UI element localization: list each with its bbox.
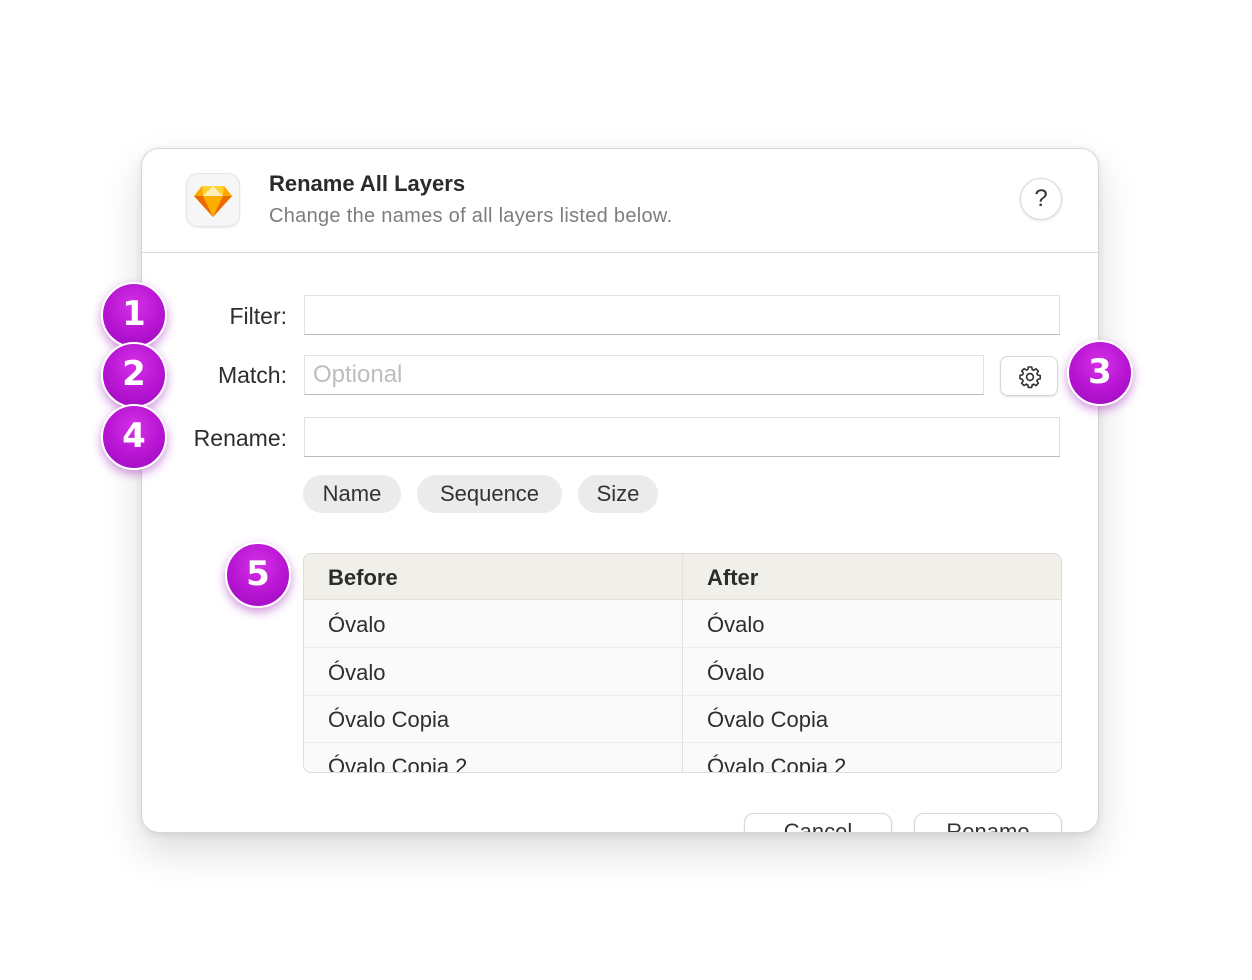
column-divider — [682, 554, 683, 772]
cell-after: Óvalo Copia 2 — [707, 754, 847, 773]
cell-after: Óvalo — [707, 612, 765, 637]
cell-after: Óvalo Copia — [707, 707, 829, 732]
gear-icon — [1019, 366, 1041, 389]
dialog-header: Rename All Layers Change the names of al… — [142, 149, 1098, 253]
preview-table[interactable]: Before After Óvalo Óvalo Óvalo Óvalo Óva… — [303, 553, 1062, 773]
callout-badge-5: 5 — [225, 542, 291, 608]
cancel-button[interactable]: Cancel — [744, 813, 892, 832]
filter-input[interactable] — [304, 295, 1060, 335]
dialog-title: Rename All Layers — [269, 171, 466, 196]
cell-before: Óvalo — [328, 612, 386, 637]
sketch-app-icon — [186, 173, 240, 227]
token-size-button[interactable]: Size — [578, 475, 658, 513]
rename-input[interactable] — [304, 417, 1060, 457]
callout-badge-1: 1 — [101, 282, 167, 348]
cell-before: Óvalo Copia 2 — [328, 754, 468, 773]
callout-badge-2: 2 — [101, 342, 167, 408]
callout-badge-3: 3 — [1067, 340, 1133, 406]
dialog-subtitle: Change the names of all layers listed be… — [269, 205, 673, 227]
match-input[interactable] — [304, 355, 984, 395]
cell-before: Óvalo — [328, 660, 386, 685]
cell-after: Óvalo — [707, 660, 765, 685]
help-button[interactable]: ? — [1020, 178, 1062, 220]
match-options-button[interactable] — [1000, 356, 1058, 396]
callout-badge-4: 4 — [101, 404, 167, 470]
rename-button[interactable]: Rename — [914, 813, 1062, 832]
cell-before: Óvalo Copia — [328, 707, 450, 732]
column-header-before: Before — [328, 565, 398, 590]
token-name-button[interactable]: Name — [303, 475, 401, 513]
token-sequence-button[interactable]: Sequence — [417, 475, 562, 513]
rename-layers-dialog: Rename All Layers Change the names of al… — [141, 148, 1099, 833]
column-header-after: After — [707, 565, 759, 590]
